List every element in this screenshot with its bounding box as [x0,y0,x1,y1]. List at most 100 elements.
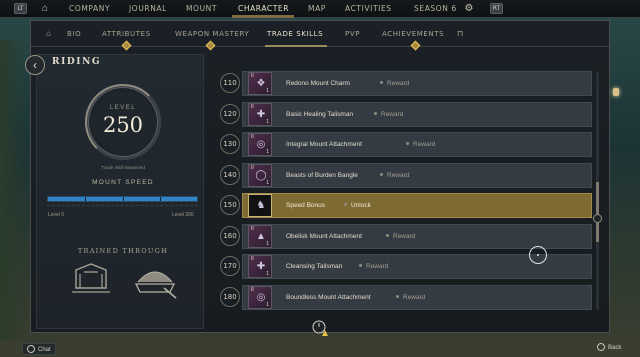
reward-row[interactable]: 140 II ◯ 1 Beasts of Burden Bangle Reward [210,162,598,189]
talisman-icon: ✚ [256,108,266,120]
speed-max-label: Level 200 [172,212,194,218]
separator-dot [396,294,399,298]
mastered-caption: Trade Skill Mastered [101,166,145,171]
reward-tier: II [251,103,254,110]
reward-type-label: Reward [387,80,410,87]
charm-icon: ❖ [256,78,266,89]
reward-row[interactable]: 130 II ◎ 1 Integral Mount Attachment Reward [210,131,598,158]
nav-journal[interactable]: JOURNAL [129,0,167,18]
reward-tier: II [251,164,254,171]
attachment-icon: ◎ [256,291,266,303]
reward-type-label: Reward [381,110,404,118]
reward-tier: II [251,256,254,262]
tab-bio[interactable]: BIO [67,21,81,47]
nav-activities[interactable]: ACTIVITIES [345,0,392,18]
reward-name: Basic Healing Talisman [286,110,354,118]
separator-dot [344,203,347,207]
reward-level-badge: 160 [220,225,240,246]
character-icon: ⌂ [46,29,51,38]
reward-tier: II [251,134,254,140]
lt-button-hint[interactable]: LT [14,3,27,14]
reward-level-badge: 180 [220,286,240,307]
reward-level-badge: 140 [220,164,240,185]
reward-quantity: 1 [266,179,269,186]
obelisk-icon: ▲ [256,230,266,242]
trained-through-title: TRAINED THROUGH [77,247,169,255]
reward-tier: II [251,73,254,79]
reward-thumbnail: II ✚ 1 [248,255,272,278]
chat-label: Chat [38,347,51,353]
reward-row[interactable]: 120 II ✚ 1 Basic Healing Talisman Reward [210,101,598,128]
reward-type-label: Unlock [351,202,371,209]
reward-type: Reward [392,284,425,311]
reward-type: Reward [376,162,409,189]
scrollbar-thumb[interactable] [596,182,599,242]
tab-pvp[interactable]: PVP [345,21,360,47]
reward-thumbnail: II ◎ 1 [248,133,272,156]
separator-dot [386,233,389,237]
scroll-knob-icon[interactable] [593,214,602,223]
separator-dot [380,172,383,176]
mount-speed-bar [47,196,198,202]
reward-quantity: 1 [266,240,269,247]
nav-company[interactable]: COMPANY [69,0,110,18]
reward-name: Obelisk Mount Attachment [286,232,362,240]
stopwatch-warning-icon[interactable] [311,319,329,337]
reward-thumbnail: II ◎ 1 [248,285,272,309]
reward-name: Beasts of Burden Bangle [286,171,358,179]
feed-trough-icon [134,271,177,299]
nav-active-indicator [232,15,294,18]
reward-list: 110 II ❖ 1 Redono Mount Charm Reward 120 II ✚ 1 Ba… [210,70,602,314]
speed-segment-divider [85,197,86,201]
separator-dot [380,81,383,85]
reward-name: Redono Mount Charm [286,80,350,87]
skill-title: RIDING [52,57,102,67]
reward-type: Reward [370,101,403,128]
reward-level-badge: 170 [220,256,240,276]
b-button-icon [597,343,605,352]
list-scrollbar[interactable] [596,72,599,310]
reward-type: Reward [376,70,409,97]
reward-quantity: 1 [266,301,269,308]
talisman-icon: ✚ [256,261,266,272]
settings-gear-icon[interactable]: ⚙ [463,3,475,15]
reward-type: Reward [382,223,415,250]
back-footer-button[interactable]: Back [597,342,621,354]
back-label: Back [608,345,622,351]
reward-level-badge: 110 [220,73,240,93]
reward-tier: II [251,225,254,232]
background-foliage [0,40,26,340]
reward-row[interactable]: 110 II ❖ 1 Redono Mount Charm Reward [210,70,598,97]
reward-level-badge: 150 [220,195,240,215]
reward-thumbnail: II ❖ 1 [248,72,272,95]
reward-thumbnail: II ✚ 1 [248,102,272,126]
reward-thumbnail: ♞ [248,194,272,217]
rt-button-hint[interactable]: RT [490,3,503,14]
speed-segment-divider [160,197,161,201]
reward-type: Unlock [340,192,371,219]
tab-trade-skills[interactable]: TRADE SKILLS [267,21,323,47]
reward-type-label: Reward [387,171,410,179]
top-navigation-bar: LT ⌂ COMPANY JOURNAL MOUNT CHARACTER MAP… [0,0,640,18]
reward-quantity: 1 [266,118,269,125]
nav-mount[interactable]: MOUNT [186,0,217,18]
reward-quantity: 1 [266,149,269,155]
reward-thumbnail: II ▲ 1 [248,224,272,248]
reward-row[interactable]: 150 ♞ Speed Bonus Unlock [210,192,598,219]
reward-tier: II [251,286,254,293]
stable-station-icon [72,263,110,293]
nav-season[interactable]: SEASON 6 [414,0,457,18]
back-arrow-button[interactable]: ‹ [25,55,45,75]
reward-name: Cleansing Talisman [286,263,343,270]
home-icon[interactable]: ⌂ [39,3,51,15]
cursor-icon [529,246,547,264]
chat-button[interactable]: Chat [22,343,56,355]
subnav-active-indicator [265,45,327,47]
lock-icon[interactable]: ⊓ [457,29,466,38]
level-ring: LEVEL 250 [85,84,161,160]
nav-map[interactable]: MAP [308,0,326,18]
reward-row[interactable]: 180 II ◎ 1 Boundless Mount Attachment Reward [210,284,598,311]
reward-type-label: Reward [366,263,389,270]
mount-speed-title: MOUNT SPEED [92,179,154,186]
separator-dot [359,264,362,268]
